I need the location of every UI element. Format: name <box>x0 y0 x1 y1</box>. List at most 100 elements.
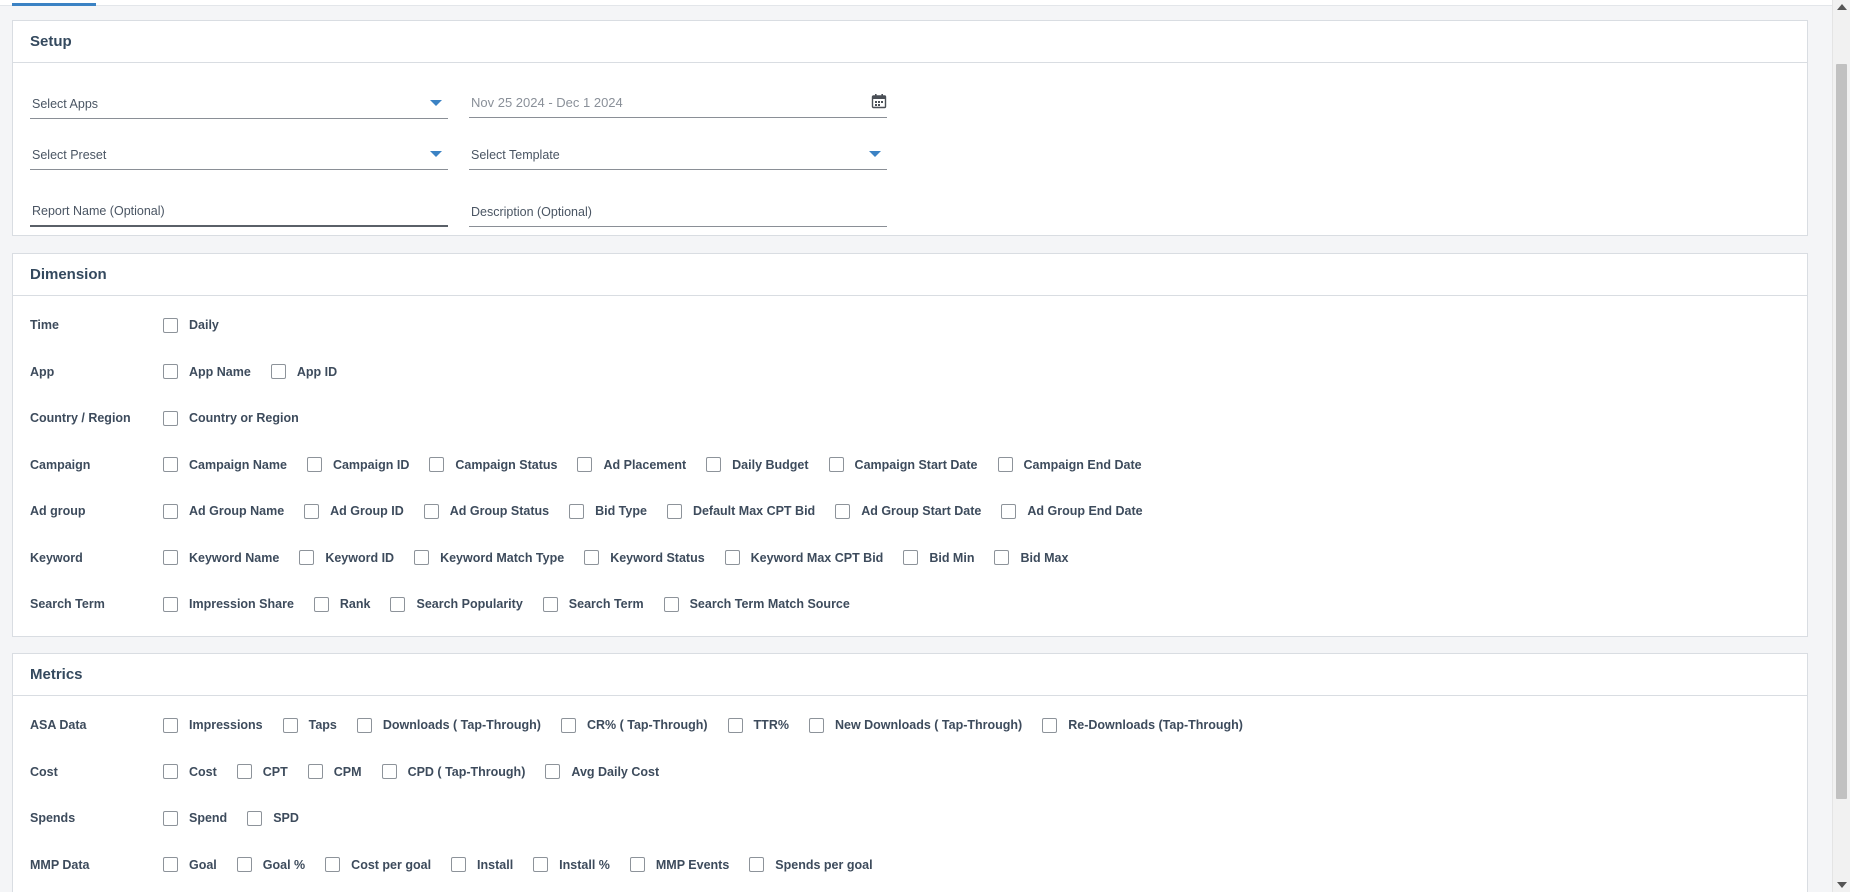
checkbox-option-goal[interactable]: Goal % <box>236 857 305 872</box>
checkbox[interactable] <box>666 503 682 519</box>
checkbox[interactable] <box>163 764 178 779</box>
checkbox-option-app-id[interactable]: App ID <box>270 364 337 379</box>
checkbox-option-mmp-events[interactable]: MMP Events <box>629 857 729 872</box>
checkbox-option-new-downloads-tap-through[interactable]: New Downloads ( Tap-Through) <box>808 717 1022 733</box>
checkbox-option-country-or-region[interactable]: Country or Region <box>163 410 299 426</box>
select-preset-dropdown[interactable]: Select Preset <box>30 140 448 170</box>
checkbox[interactable] <box>381 764 397 779</box>
checkbox-option-search-popularity[interactable]: Search Popularity <box>390 596 523 612</box>
checkbox-option-cost-per-goal[interactable]: Cost per goal <box>325 857 431 872</box>
checkbox[interactable] <box>1042 717 1058 733</box>
checkbox-option-campaign-start-date[interactable]: Campaign Start Date <box>828 457 978 472</box>
select-apps-dropdown[interactable]: Select Apps <box>30 89 448 119</box>
date-range-picker[interactable]: Nov 25 2024 - Dec 1 2024 <box>469 88 887 118</box>
checkbox-option-spd[interactable]: SPD <box>247 810 299 826</box>
checkbox-option-keyword-id[interactable]: Keyword ID <box>299 550 394 565</box>
checkbox[interactable] <box>749 857 765 872</box>
checkbox[interactable] <box>629 857 645 872</box>
checkbox-option-bid-type[interactable]: Bid Type <box>569 503 647 519</box>
checkbox-option-rank[interactable]: Rank <box>313 596 370 612</box>
checkbox[interactable] <box>163 596 178 612</box>
checkbox-option-daily[interactable]: Daily <box>163 317 219 333</box>
checkbox[interactable] <box>313 596 329 612</box>
checkbox[interactable] <box>724 550 740 565</box>
checkbox[interactable] <box>390 596 406 612</box>
checkbox[interactable] <box>307 764 323 779</box>
checkbox-option-downloads-tap-through[interactable]: Downloads ( Tap-Through) <box>356 717 541 733</box>
checkbox[interactable] <box>304 503 320 519</box>
checkbox[interactable] <box>584 550 600 565</box>
description-input[interactable]: Description (Optional) <box>469 197 887 227</box>
checkbox-option-campaign-id[interactable]: Campaign ID <box>306 457 409 472</box>
checkbox[interactable] <box>236 857 252 872</box>
checkbox-option-bid-min[interactable]: Bid Min <box>903 550 974 565</box>
checkbox-option-keyword-match-type[interactable]: Keyword Match Type <box>414 550 564 565</box>
checkbox[interactable] <box>306 457 322 472</box>
checkbox-option-ttr[interactable]: TTR% <box>727 717 789 733</box>
checkbox-option-campaign-end-date[interactable]: Campaign End Date <box>997 457 1142 472</box>
calendar-icon[interactable] <box>871 93 887 109</box>
checkbox-option-ad-group-name[interactable]: Ad Group Name <box>163 503 284 519</box>
report-name-input[interactable]: Report Name (Optional) <box>30 197 448 227</box>
checkbox-option-ad-group-status[interactable]: Ad Group Status <box>423 503 549 519</box>
checkbox-option-cost[interactable]: Cost <box>163 764 217 779</box>
checkbox-option-search-term-match-source[interactable]: Search Term Match Source <box>663 596 850 612</box>
checkbox[interactable] <box>163 317 178 333</box>
checkbox-option-impressions[interactable]: Impressions <box>163 717 263 733</box>
checkbox-option-ad-group-id[interactable]: Ad Group ID <box>304 503 404 519</box>
checkbox[interactable] <box>545 764 561 779</box>
checkbox[interactable] <box>163 717 178 733</box>
checkbox-option-install[interactable]: Install % <box>533 857 610 872</box>
checkbox-option-impression-share[interactable]: Impression Share <box>163 596 294 612</box>
checkbox[interactable] <box>577 457 593 472</box>
checkbox-option-avg-daily-cost[interactable]: Avg Daily Cost <box>545 764 659 779</box>
checkbox-option-app-name[interactable]: App Name <box>163 364 251 379</box>
checkbox-option-daily-budget[interactable]: Daily Budget <box>706 457 809 472</box>
checkbox[interactable] <box>706 457 722 472</box>
checkbox-option-campaign-status[interactable]: Campaign Status <box>429 457 557 472</box>
checkbox-option-campaign-name[interactable]: Campaign Name <box>163 457 287 472</box>
scroll-down-icon[interactable] <box>1837 882 1847 888</box>
checkbox[interactable] <box>533 857 549 872</box>
checkbox[interactable] <box>903 550 919 565</box>
checkbox[interactable] <box>414 550 430 565</box>
checkbox[interactable] <box>163 364 178 379</box>
checkbox[interactable] <box>429 457 445 472</box>
checkbox[interactable] <box>828 457 844 472</box>
checkbox[interactable] <box>835 503 851 519</box>
checkbox-option-ad-group-start-date[interactable]: Ad Group Start Date <box>835 503 981 519</box>
checkbox-option-search-term[interactable]: Search Term <box>542 596 644 612</box>
checkbox[interactable] <box>356 717 372 733</box>
checkbox[interactable] <box>270 364 286 379</box>
checkbox-option-spends-per-goal[interactable]: Spends per goal <box>749 857 873 872</box>
checkbox-option-cr-tap-through[interactable]: CR% ( Tap-Through) <box>560 717 708 733</box>
checkbox[interactable] <box>163 503 178 519</box>
checkbox-option-spend[interactable]: Spend <box>163 810 227 826</box>
checkbox[interactable] <box>163 550 178 565</box>
checkbox[interactable] <box>325 857 341 872</box>
checkbox[interactable] <box>542 596 558 612</box>
checkbox[interactable] <box>299 550 315 565</box>
checkbox[interactable] <box>282 717 298 733</box>
checkbox[interactable] <box>451 857 467 872</box>
active-tab-indicator[interactable] <box>12 3 96 6</box>
checkbox-option-goal[interactable]: Goal <box>163 857 217 872</box>
checkbox-option-default-max-cpt-bid[interactable]: Default Max CPT Bid <box>666 503 815 519</box>
checkbox-option-cpd-tap-through[interactable]: CPD ( Tap-Through) <box>381 764 525 779</box>
scroll-thumb[interactable] <box>1836 64 1847 799</box>
checkbox-option-cpm[interactable]: CPM <box>307 764 362 779</box>
checkbox-option-taps[interactable]: Taps <box>282 717 337 733</box>
checkbox-option-ad-group-end-date[interactable]: Ad Group End Date <box>1001 503 1143 519</box>
checkbox[interactable] <box>727 717 743 733</box>
select-template-dropdown[interactable]: Select Template <box>469 140 887 170</box>
checkbox-option-bid-max[interactable]: Bid Max <box>994 550 1068 565</box>
checkbox[interactable] <box>560 717 576 733</box>
checkbox-option-keyword-status[interactable]: Keyword Status <box>584 550 705 565</box>
checkbox-option-re-downloads-tap-through[interactable]: Re-Downloads (Tap-Through) <box>1042 717 1243 733</box>
checkbox[interactable] <box>1001 503 1017 519</box>
checkbox[interactable] <box>997 457 1013 472</box>
checkbox[interactable] <box>808 717 824 733</box>
checkbox-option-install[interactable]: Install <box>451 857 513 872</box>
checkbox-option-ad-placement[interactable]: Ad Placement <box>577 457 686 472</box>
checkbox[interactable] <box>163 810 178 826</box>
